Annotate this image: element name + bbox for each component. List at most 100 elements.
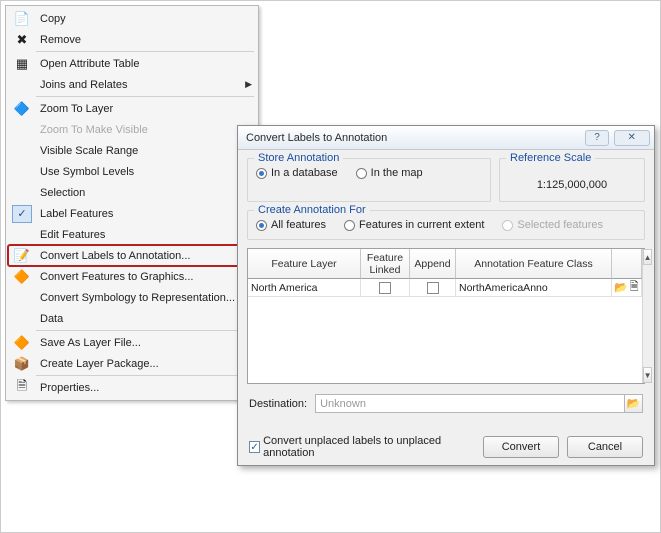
menu-item-create-layer-package[interactable]: 📦 Create Layer Package...: [8, 353, 256, 374]
zoom-layer-icon: 🔷: [12, 100, 32, 118]
blank-icon: [12, 163, 32, 181]
header-feature-layer[interactable]: Feature Layer: [248, 249, 361, 279]
scroll-track[interactable]: [643, 265, 653, 367]
radio-label: In a database: [271, 167, 338, 179]
radio-all-features[interactable]: All features: [256, 219, 326, 231]
menu-item-label: Edit Features: [40, 229, 242, 241]
annotation-table: Feature Layer Feature Linked Append Anno…: [247, 248, 645, 384]
dialog-titlebar[interactable]: Convert Labels to Annotation ? ✕: [238, 126, 654, 150]
convert-unplaced-checkbox[interactable]: ✓ Convert unplaced labels to unplaced an…: [249, 435, 475, 459]
menu-item-label-features[interactable]: ✓ Label Features: [8, 203, 256, 224]
radio-selected-features: Selected features: [502, 219, 603, 231]
menu-separator: [36, 96, 254, 97]
convert-button[interactable]: Convert: [483, 436, 559, 458]
remove-icon: ✖: [12, 31, 32, 49]
blank-icon: [12, 289, 32, 307]
blank-icon: [12, 121, 32, 139]
table-row[interactable]: North America NorthAmericaAnno 📂 🗎: [248, 279, 642, 297]
menu-item-label: Properties...: [40, 382, 252, 394]
check-icon: ✓: [12, 205, 32, 223]
menu-item-label: Convert Labels to Annotation...: [40, 250, 252, 262]
menu-item-properties[interactable]: 🗎 Properties...: [8, 377, 256, 398]
help-button[interactable]: ?: [585, 130, 609, 146]
radio-label: All features: [271, 219, 326, 231]
menu-item-zoom-to-make-visible: Zoom To Make Visible: [8, 119, 256, 140]
menu-item-label: Zoom To Make Visible: [40, 124, 252, 136]
copy-icon: 📄: [12, 10, 32, 28]
cell-feature-layer: North America: [248, 279, 361, 297]
convert-labels-dialog: Convert Labels to Annotation ? ✕ Store A…: [237, 125, 655, 466]
menu-item-zoom-to-layer[interactable]: 🔷 Zoom To Layer: [8, 98, 256, 119]
menu-item-visible-scale-range[interactable]: Visible Scale Range ▶: [8, 140, 256, 161]
menu-item-use-symbol-levels[interactable]: Use Symbol Levels: [8, 161, 256, 182]
radio-icon: [344, 220, 355, 231]
menu-item-label: Open Attribute Table: [40, 58, 252, 70]
radio-icon: [256, 220, 267, 231]
cell-append[interactable]: [410, 279, 456, 297]
group-legend: Store Annotation: [254, 152, 343, 164]
group-legend: Reference Scale: [506, 152, 595, 164]
checkbox-icon[interactable]: [427, 282, 439, 294]
blank-icon: [12, 226, 32, 244]
annotation-icon: 📝: [12, 247, 32, 265]
browse-destination-button[interactable]: 📂: [625, 394, 643, 413]
destination-label: Destination:: [249, 398, 307, 410]
table-header-row: Feature Layer Feature Linked Append Anno…: [248, 249, 642, 279]
reference-scale-group: Reference Scale 1:125,000,000: [499, 158, 645, 202]
menu-item-convert-labels-to-annotation[interactable]: 📝 Convert Labels to Annotation...: [7, 244, 257, 267]
cell-actions: 📂 🗎: [612, 279, 642, 297]
radio-icon: [256, 168, 267, 179]
radio-icon: [356, 168, 367, 179]
radio-label: Features in current extent: [359, 219, 484, 231]
folder-open-icon[interactable]: 📂: [614, 281, 628, 294]
header-feature-linked[interactable]: Feature Linked: [361, 249, 410, 279]
radio-icon: [502, 220, 513, 231]
menu-item-save-as-layer-file[interactable]: 🔶 Save As Layer File...: [8, 332, 256, 353]
menu-item-label: Use Symbol Levels: [40, 166, 252, 178]
scroll-down-button[interactable]: ▼: [643, 367, 653, 383]
close-button[interactable]: ✕: [614, 130, 650, 146]
menu-item-open-attribute-table[interactable]: ▦ Open Attribute Table: [8, 53, 256, 74]
menu-item-convert-features-to-graphics[interactable]: 🔶 Convert Features to Graphics...: [8, 266, 256, 287]
menu-item-convert-symbology-to-representation[interactable]: Convert Symbology to Representation...: [8, 287, 256, 308]
menu-item-label: Save As Layer File...: [40, 337, 252, 349]
submenu-arrow-icon: ▶: [242, 79, 252, 90]
properties-icon: 🗎: [12, 379, 32, 397]
header-blank: [612, 249, 642, 279]
menu-separator: [36, 51, 254, 52]
menu-item-label: Data: [40, 313, 242, 325]
menu-item-joins-and-relates[interactable]: Joins and Relates ▶: [8, 74, 256, 95]
cell-annotation-class[interactable]: NorthAmericaAnno: [456, 279, 612, 297]
menu-item-selection[interactable]: Selection ▶: [8, 182, 256, 203]
properties-icon[interactable]: 🗎: [630, 278, 639, 297]
save-layer-icon: 🔶: [12, 334, 32, 352]
package-icon: 📦: [12, 355, 32, 373]
folder-icon: 📂: [627, 397, 641, 410]
menu-item-remove[interactable]: ✖ Remove: [8, 29, 256, 50]
destination-row: Destination: Unknown 📂: [249, 394, 643, 413]
menu-item-label: Joins and Relates: [40, 79, 242, 91]
menu-item-label: Convert Symbology to Representation...: [40, 292, 252, 304]
cell-feature-linked[interactable]: [361, 279, 410, 297]
radio-label: Selected features: [517, 219, 603, 231]
menu-item-label: Remove: [40, 34, 252, 46]
menu-item-label: Copy: [40, 13, 252, 25]
header-annotation-class[interactable]: Annotation Feature Class: [456, 249, 612, 279]
menu-item-label: Visible Scale Range: [40, 145, 242, 157]
destination-field[interactable]: Unknown: [315, 394, 625, 413]
checkbox-icon[interactable]: [379, 282, 391, 294]
blank-icon: [12, 310, 32, 328]
vertical-scrollbar[interactable]: ▲ ▼: [642, 249, 653, 383]
menu-item-copy[interactable]: 📄 Copy: [8, 8, 256, 29]
reference-scale-value: 1:125,000,000: [508, 177, 636, 193]
radio-label: In the map: [371, 167, 423, 179]
header-append[interactable]: Append: [410, 249, 456, 279]
radio-in-map[interactable]: In the map: [356, 167, 423, 179]
cancel-button[interactable]: Cancel: [567, 436, 643, 458]
menu-item-data[interactable]: Data ▶: [8, 308, 256, 329]
layer-context-menu: 📄 Copy ✖ Remove ▦ Open Attribute Table J…: [5, 5, 259, 401]
menu-item-edit-features[interactable]: Edit Features ▶: [8, 224, 256, 245]
radio-features-in-extent[interactable]: Features in current extent: [344, 219, 484, 231]
scroll-up-button[interactable]: ▲: [643, 249, 653, 265]
radio-in-database[interactable]: In a database: [256, 167, 338, 179]
